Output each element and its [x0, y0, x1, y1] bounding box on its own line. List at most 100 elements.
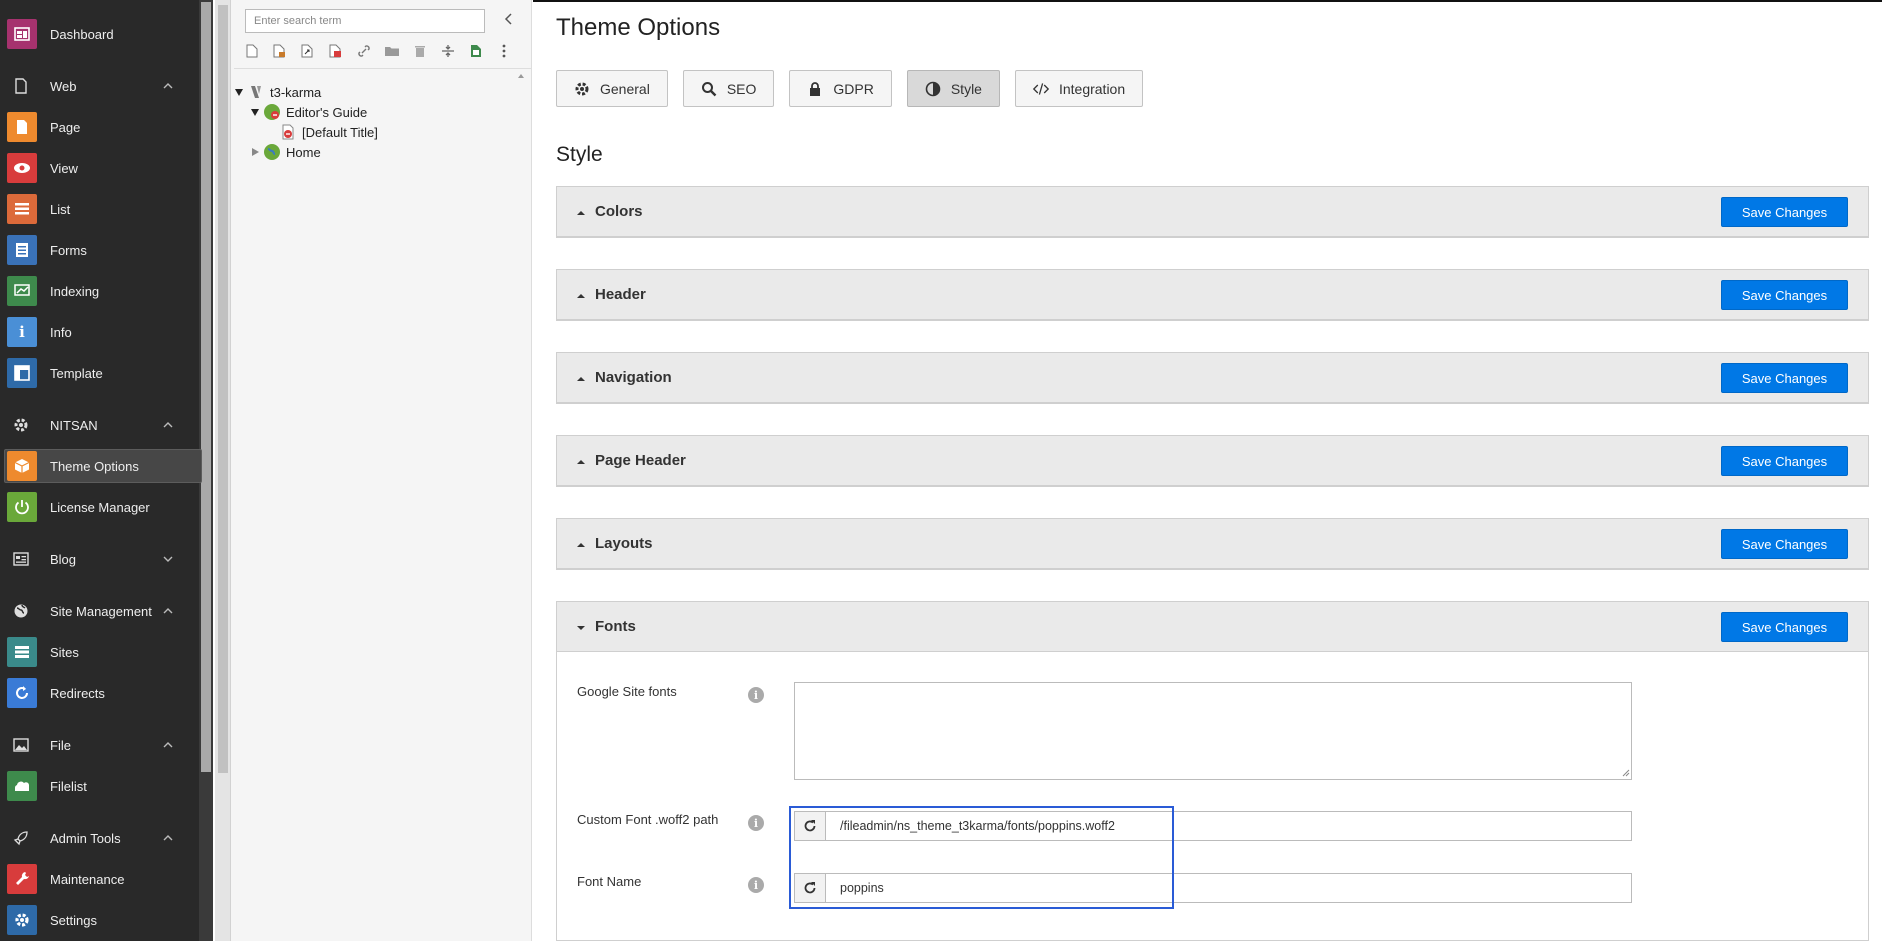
save-changes-button[interactable]: Save Changes: [1721, 446, 1848, 476]
module-template[interactable]: Template: [0, 356, 199, 390]
top-border: [533, 0, 1882, 2]
sites-icon: [7, 637, 37, 667]
more-options-icon[interactable]: [495, 42, 513, 60]
divider-icon[interactable]: [439, 42, 457, 60]
tree-search-input[interactable]: Enter search term: [245, 9, 485, 33]
image-icon: [10, 734, 32, 756]
main-content: Theme Options General SEO GDPR Style Int…: [533, 0, 1882, 941]
module-label: Filelist: [50, 778, 87, 794]
info-icon[interactable]: i: [748, 815, 764, 831]
module-label: Sites: [50, 644, 79, 660]
module-maintenance[interactable]: Maintenance: [0, 862, 199, 896]
new-shortcut-icon[interactable]: [299, 42, 317, 60]
group-label: File: [50, 737, 71, 753]
rocket-icon: [10, 827, 32, 849]
page-tree-panel: Enter search term t3-karma Editor's Guid…: [215, 0, 532, 941]
new-page-advanced-icon[interactable]: [271, 42, 289, 60]
power-icon: [7, 492, 37, 522]
group-nitsan[interactable]: NITSAN: [0, 410, 199, 440]
new-page-icon[interactable]: [243, 42, 261, 60]
toolbar-divider: [234, 68, 532, 69]
module-view[interactable]: View: [0, 151, 199, 185]
module-redirects[interactable]: Redirects: [0, 676, 199, 710]
caret-up-icon: [577, 294, 585, 298]
new-link-page-icon[interactable]: [327, 42, 345, 60]
tab-gdpr[interactable]: GDPR: [789, 70, 892, 107]
page-hidden-icon: [280, 124, 296, 140]
recycler-icon[interactable]: [411, 42, 429, 60]
module-sites[interactable]: Sites: [0, 635, 199, 669]
module-info[interactable]: i Info: [0, 315, 199, 349]
save-changes-button[interactable]: Save Changes: [1721, 529, 1848, 559]
module-label: Redirects: [50, 685, 105, 701]
tree-node-editors-guide[interactable]: Editor's Guide: [250, 103, 367, 121]
tree-node-label: Editor's Guide: [286, 104, 368, 120]
folder-icon[interactable]: [383, 42, 401, 60]
lock-icon: [807, 81, 823, 97]
module-theme-options[interactable]: Theme Options: [4, 449, 202, 483]
scrollbar-thumb[interactable]: [218, 5, 228, 773]
module-indexing[interactable]: Indexing: [0, 274, 199, 308]
globe-icon: [264, 104, 280, 120]
group-file[interactable]: File: [0, 730, 199, 760]
group-site-management[interactable]: Site Management: [0, 596, 199, 626]
info-icon[interactable]: i: [748, 687, 764, 703]
module-dashboard[interactable]: Dashboard: [0, 17, 199, 51]
group-label: Web: [50, 78, 77, 94]
panel-label: Navigation: [595, 369, 672, 386]
collapse-toggle-icon[interactable]: [250, 147, 260, 157]
expand-toggle-icon[interactable]: [234, 87, 244, 97]
panel-page-header[interactable]: Page Header Save Changes: [556, 435, 1869, 487]
tab-style[interactable]: Style: [906, 70, 1000, 107]
scrollbar-thumb[interactable]: [201, 2, 211, 772]
panel-fonts[interactable]: Fonts Save Changes: [556, 601, 1869, 653]
tree-node-label: [Default Title]: [302, 124, 378, 140]
scroll-up-arrow-icon[interactable]: [517, 72, 525, 80]
module-license-manager[interactable]: License Manager: [0, 490, 199, 524]
module-list[interactable]: List: [0, 192, 199, 226]
resize-handle-icon[interactable]: [1622, 769, 1630, 777]
group-web[interactable]: Web: [0, 71, 199, 101]
google-fonts-textarea[interactable]: [794, 682, 1632, 780]
info-icon[interactable]: i: [748, 877, 764, 893]
collapse-tree-icon[interactable]: [502, 12, 516, 26]
panel-header[interactable]: Header Save Changes: [556, 269, 1869, 321]
panel-colors[interactable]: Colors Save Changes: [556, 186, 1869, 238]
module-label: License Manager: [50, 499, 150, 515]
module-forms[interactable]: Forms: [0, 233, 199, 267]
link-icon[interactable]: [355, 42, 373, 60]
highlight-box: [789, 806, 1174, 909]
expand-toggle-icon[interactable]: [250, 107, 260, 117]
tab-seo[interactable]: SEO: [682, 70, 775, 107]
module-settings[interactable]: Settings: [0, 903, 199, 937]
panel-navigation[interactable]: Navigation Save Changes: [556, 352, 1869, 404]
save-changes-button[interactable]: Save Changes: [1721, 363, 1848, 393]
page-icon: [7, 112, 37, 142]
save-changes-button[interactable]: Save Changes: [1721, 280, 1848, 310]
caret-up-icon: [577, 377, 585, 381]
tree-toolbar: [243, 42, 513, 62]
save-changes-button[interactable]: Save Changes: [1721, 197, 1848, 227]
document-icon: [10, 75, 32, 97]
fonts-panel-body: Google Site fonts i Custom Font .woff2 p…: [556, 652, 1869, 941]
tree-scrollbar[interactable]: [215, 0, 231, 941]
tree-node-home[interactable]: Home: [250, 143, 321, 161]
caret-up-icon: [577, 543, 585, 547]
group-admin-tools[interactable]: Admin Tools: [0, 823, 199, 853]
tree-node-t3-karma[interactable]: t3-karma: [234, 83, 321, 101]
tree-node-default-title[interactable]: [Default Title]: [280, 123, 378, 141]
new-folder-page-icon[interactable]: [467, 42, 485, 60]
group-blog[interactable]: Blog: [0, 544, 199, 574]
panel-label: Fonts: [595, 618, 636, 635]
caret-up-icon: [577, 460, 585, 464]
module-page[interactable]: Page: [0, 110, 199, 144]
gear-icon: [10, 414, 32, 436]
tab-general[interactable]: General: [556, 70, 668, 107]
module-filelist[interactable]: Filelist: [0, 769, 199, 803]
tab-integration[interactable]: Integration: [1014, 70, 1144, 107]
panel-label: Colors: [595, 203, 643, 220]
group-label: Admin Tools: [50, 830, 121, 846]
save-changes-button[interactable]: Save Changes: [1721, 612, 1848, 642]
module-label: Template: [50, 365, 103, 381]
panel-layouts[interactable]: Layouts Save Changes: [556, 518, 1869, 570]
